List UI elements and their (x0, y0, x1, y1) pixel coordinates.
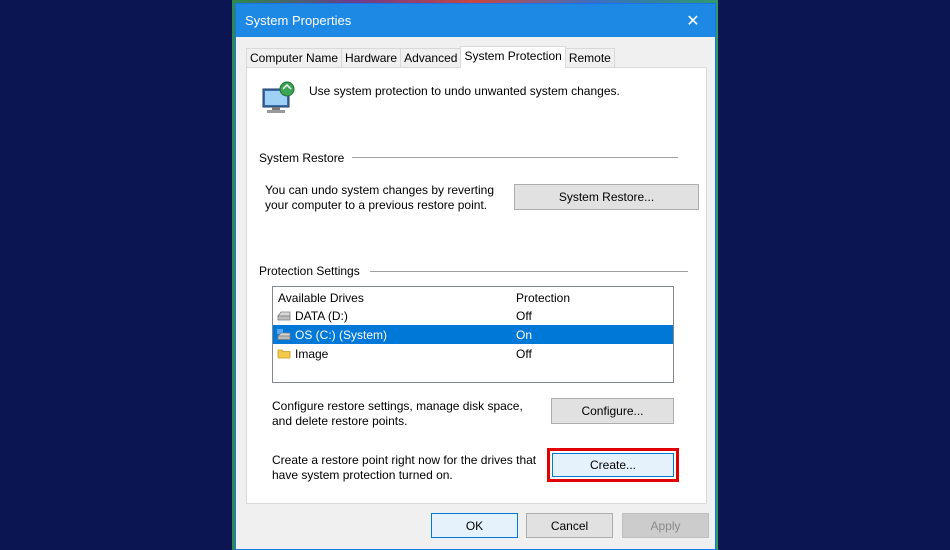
tab-system-protection[interactable]: System Protection (460, 46, 566, 68)
create-description: Create a restore point right now for the… (272, 453, 536, 483)
listbox-header: Available Drives Protection (273, 287, 673, 306)
drive-icon (277, 311, 291, 321)
column-available-drives[interactable]: Available Drives (278, 291, 364, 305)
create-description-line1: Create a restore point right now for the… (272, 453, 537, 467)
ok-button[interactable]: OK (431, 513, 518, 538)
title-bar[interactable]: System Properties ✕ (236, 4, 715, 37)
folder-icon (277, 349, 291, 359)
drive-row[interactable]: DATA (D:) Off (273, 306, 673, 325)
configure-description-line2: and delete restore points. (272, 414, 408, 428)
protection-settings-heading: Protection Settings (259, 264, 360, 278)
drive-name: DATA (D:) (295, 309, 348, 323)
system-protection-panel: Use system protection to undo unwanted s… (246, 67, 707, 504)
cancel-button[interactable]: Cancel (526, 513, 613, 538)
tab-strip: Computer Name Hardware Advanced System P… (246, 46, 615, 68)
drive-row[interactable]: Image Off (273, 344, 673, 363)
system-restore-description-line1: You can undo system changes by reverting (265, 183, 495, 197)
apply-button[interactable]: Apply (622, 513, 709, 538)
drive-name: Image (295, 347, 329, 361)
drive-protection: Off (516, 347, 532, 361)
protection-settings-divider (370, 271, 688, 272)
intro-text: Use system protection to undo unwanted s… (309, 84, 620, 98)
tab-remote[interactable]: Remote (564, 48, 615, 68)
close-icon[interactable]: ✕ (681, 11, 705, 31)
configure-description-line1: Configure restore settings, manage disk … (272, 399, 523, 413)
drive-protection: Off (516, 309, 532, 323)
column-protection[interactable]: Protection (516, 291, 570, 305)
window-title: System Properties (245, 13, 352, 28)
tab-hardware[interactable]: Hardware (341, 48, 402, 68)
configure-button[interactable]: Configure... (551, 398, 674, 424)
drive-row-selected[interactable]: OS (C:) (System) On (273, 325, 673, 344)
drive-name: OS (C:) (System) (295, 328, 387, 342)
system-properties-dialog: System Properties ✕ Computer Name Hardwa… (235, 3, 716, 550)
configure-description: Configure restore settings, manage disk … (272, 399, 523, 429)
system-restore-description: You can undo system changes by reverting… (265, 183, 494, 213)
system-restore-divider (352, 157, 678, 158)
create-button[interactable]: Create... (552, 453, 674, 477)
system-drive-icon (277, 329, 291, 340)
tab-advanced[interactable]: Advanced (400, 48, 462, 68)
system-restore-button[interactable]: System Restore... (514, 184, 699, 210)
drive-protection: On (516, 328, 533, 342)
drives-listbox[interactable]: Available Drives Protection DATA (D:) Of… (272, 286, 674, 383)
system-restore-description-line2: your computer to a previous restore poin… (265, 198, 488, 212)
system-restore-heading: System Restore (259, 151, 345, 165)
tab-computer-name[interactable]: Computer Name (246, 48, 343, 68)
system-protection-icon (262, 81, 295, 113)
create-description-line2: have system protection turned on. (272, 468, 453, 482)
